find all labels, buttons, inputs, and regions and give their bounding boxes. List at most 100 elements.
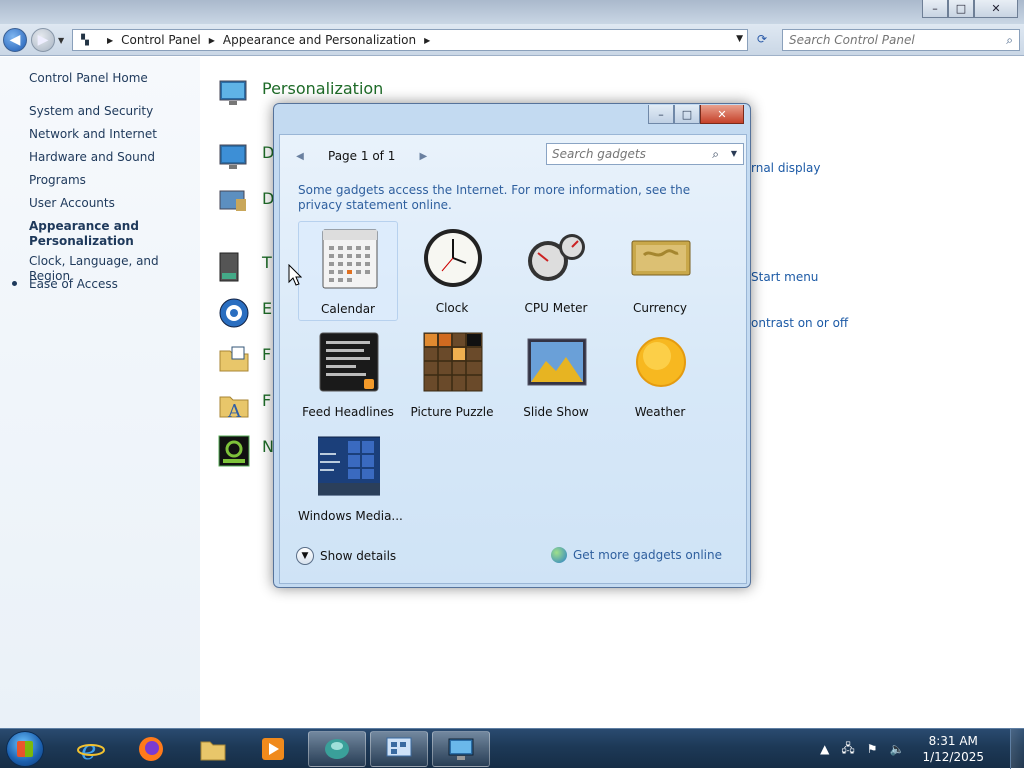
file-explorer-icon — [200, 741, 226, 761]
gadget-weather[interactable]: Weather — [610, 325, 710, 425]
system-clock[interactable]: 8:31 AM 1/12/2025 — [922, 733, 984, 765]
desktop-gadgets-icon — [219, 190, 246, 211]
forward-button[interactable]: ▶ — [31, 28, 55, 52]
taskbar-app[interactable]: e — [62, 731, 120, 767]
show-desktop-button[interactable] — [1010, 729, 1024, 769]
address-dropdown-icon[interactable]: ▼ — [736, 34, 743, 44]
gadget-calendar[interactable]: Calendar — [298, 221, 398, 321]
start-button[interactable] — [6, 731, 44, 767]
gadget-cpu-meter[interactable]: CPU Meter — [506, 221, 606, 321]
gadget-windows-media[interactable]: Windows Media... — [298, 429, 403, 529]
window-title-bar[interactable]: – □ ✕ — [0, 0, 1024, 24]
show-hidden-icons-icon[interactable]: ▲ — [820, 742, 829, 756]
active-bullet-icon — [12, 281, 17, 286]
external-display-link[interactable]: rnal display — [751, 161, 820, 175]
volume-muted-icon[interactable]: 🔈 — [890, 742, 905, 756]
address-bar[interactable]: ▚ ▶ Control Panel ▶ Appearance and Perso… — [72, 29, 748, 51]
gadget-minimize-button[interactable]: – — [648, 105, 674, 124]
gadget-maximize-button[interactable]: □ — [674, 105, 700, 124]
windows-media-icon — [318, 436, 380, 496]
gadget-label: Feed Headlines — [302, 405, 394, 419]
category-title[interactable]: F — [262, 345, 271, 364]
prev-page-icon[interactable]: ◀ — [292, 151, 308, 162]
display-icon — [219, 144, 247, 169]
gadget-feed-headlines[interactable]: Feed Headlines — [298, 325, 398, 425]
currency-icon — [631, 240, 691, 276]
gadget-clock[interactable]: Clock — [402, 221, 502, 321]
weather-icon — [636, 337, 686, 387]
control-panel-icon — [448, 738, 474, 760]
gadget-app-icon — [325, 739, 349, 759]
gadget-currency[interactable]: Currency — [610, 221, 710, 321]
breadcrumb-separator-icon[interactable]: ▶ — [424, 36, 430, 45]
mouse-cursor-icon — [288, 264, 302, 286]
gadget-search-box[interactable]: ⌕ ▼ — [546, 143, 744, 165]
taskbar-app[interactable] — [122, 731, 180, 767]
taskbar-app[interactable] — [432, 731, 490, 767]
sidebar-item-network[interactable]: Network and Internet — [29, 127, 157, 142]
gadget-close-button[interactable]: ✕ — [700, 105, 744, 124]
feed-headlines-icon — [319, 332, 379, 392]
gadget-slide-show[interactable]: Slide Show — [506, 325, 606, 425]
recent-pages-dropdown[interactable]: ▼ — [58, 36, 64, 45]
taskbar-app[interactable] — [184, 731, 242, 767]
calendar-icon — [322, 229, 378, 289]
maximize-button[interactable]: □ — [948, 0, 974, 18]
system-tray: ▲ 🖧 ⚑ 🔈 8:31 AM 1/12/2025 — [820, 729, 984, 769]
back-arrow-icon: ◀ — [9, 32, 21, 48]
gadgets-window: – □ ✕ ◀ Page 1 of 1 ▶ ⌕ ▼ Some gadgets a… — [273, 103, 751, 588]
globe-icon — [550, 547, 567, 563]
taskbar-app[interactable] — [244, 731, 302, 767]
taskbar-app[interactable] — [370, 731, 428, 767]
svg-text:A: A — [227, 401, 242, 421]
back-button[interactable]: ◀ — [3, 28, 27, 52]
category-title[interactable]: Personalization — [262, 79, 383, 98]
contrast-link[interactable]: ontrast on or off — [751, 316, 848, 330]
clock-time: 8:31 AM — [928, 734, 978, 748]
search-icon[interactable]: ⌕ — [1006, 33, 1013, 48]
gadget-picture-puzzle[interactable]: Picture Puzzle — [402, 325, 502, 425]
category-title[interactable]: T — [262, 253, 272, 272]
refresh-icon[interactable]: ⟳ — [752, 32, 772, 48]
taskbar-app[interactable] — [308, 731, 366, 767]
sidebar-item-user-accounts[interactable]: User Accounts — [29, 196, 115, 211]
privacy-notice[interactable]: Some gadgets access the Internet. For mo… — [298, 183, 718, 213]
windows-logo-icon — [17, 741, 33, 757]
media-player-icon — [262, 738, 284, 760]
gadget-search-input[interactable] — [552, 147, 702, 161]
search-icon[interactable]: ⌕ — [712, 147, 719, 162]
gadget-label: Windows Media... — [298, 509, 403, 523]
sidebar-item-programs[interactable]: Programs — [29, 173, 86, 188]
gadget-label: Picture Puzzle — [410, 405, 494, 419]
window-controls: – □ ✕ — [922, 0, 1018, 18]
breadcrumb-appearance[interactable]: Appearance and Personalization — [223, 33, 416, 47]
network-icon[interactable]: 🖧 — [841, 739, 854, 760]
gadget-label: Calendar — [321, 302, 375, 316]
category-title[interactable]: E — [262, 299, 272, 318]
search-box[interactable]: ⌕ — [782, 29, 1020, 51]
get-more-gadgets-link[interactable]: Get more gadgets online — [550, 547, 722, 563]
gadget-label: Clock — [435, 301, 469, 315]
sidebar-home-link[interactable]: Control Panel Home — [29, 71, 148, 86]
next-page-icon[interactable]: ▶ — [415, 151, 431, 162]
sidebar-item-appearance[interactable]: Appearance and Personalization — [29, 219, 159, 249]
action-center-flag-icon[interactable]: ⚑ — [867, 742, 878, 756]
breadcrumb-separator-icon[interactable]: ▶ — [107, 36, 113, 45]
sidebar-item-system-security[interactable]: System and Security — [29, 104, 153, 119]
sidebar-item-ease-of-access[interactable]: Ease of Access — [29, 277, 118, 292]
navigation-bar: ◀ ▶ ▼ ▚ ▶ Control Panel ▶ Appearance and… — [0, 24, 1024, 56]
minimize-button[interactable]: – — [922, 0, 948, 18]
search-input[interactable] — [789, 33, 995, 47]
sidebar-item-hardware[interactable]: Hardware and Sound — [29, 150, 155, 165]
chevron-down-icon[interactable]: ▼ — [731, 149, 737, 158]
close-button[interactable]: ✕ — [974, 0, 1018, 18]
gadget-label: Weather — [634, 405, 686, 419]
gadget-window-footer: ▼ Show details Get more gadgets online — [280, 537, 746, 583]
start-menu-link[interactable]: Start menu — [751, 270, 818, 284]
show-details-toggle[interactable]: ▼ Show details — [296, 547, 396, 565]
breadcrumb-control-panel[interactable]: Control Panel — [121, 33, 201, 47]
fonts-icon: A — [219, 396, 249, 421]
breadcrumb-separator-icon[interactable]: ▶ — [209, 36, 215, 45]
forward-arrow-icon: ▶ — [37, 32, 49, 48]
category-title[interactable]: F — [262, 391, 271, 410]
